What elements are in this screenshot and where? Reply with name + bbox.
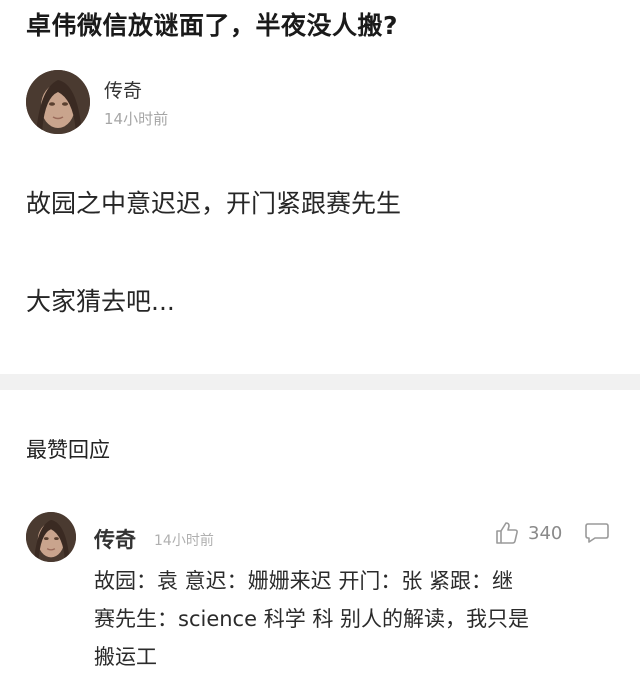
speech-bubble-icon[interactable] [584,521,610,545]
comment-text-line: 赛先生：science 科学 科 别人的解读，我只是 [94,607,530,631]
comment-text-line: 故园：袁 意迟：姗姗来迟 开门：张 紧跟：继 [94,569,514,593]
post-body: 故园之中意迟迟，开门紧跟赛先生 大家猜去吧... [26,180,616,326]
author-name[interactable]: 传奇 [104,76,142,103]
post-body-line: 故园之中意迟迟，开门紧跟赛先生 [26,189,402,218]
comment-text-line: 搬运工 [94,645,157,669]
comment-author-avatar[interactable] [26,512,76,562]
author-avatar[interactable] [26,70,90,134]
top-replies-heading: 最赞回应 [26,438,110,462]
like-button[interactable]: 340 [494,518,562,548]
post-timestamp: 14小时前 [104,110,169,128]
like-count: 340 [528,522,563,544]
comment-text: 故园：袁 意迟：姗姗来迟 开门：张 紧跟：继 赛先生：science 科学 科 … [94,562,616,676]
avatar-photo-icon [26,512,76,562]
avatar-photo-icon [26,70,90,134]
comment-timestamp: 14小时前 [154,533,214,549]
thumbs-up-icon [496,522,518,544]
comment-item: 传奇 14小时前 340 故园：袁 意迟：姗姗来迟 开门：张 紧跟：继 赛先生：… [26,512,616,677]
section-divider [0,374,640,390]
comment-author-name[interactable]: 传奇 [94,524,136,554]
post-title: 卓伟微信放谜面了，半夜没人搬? [26,11,399,40]
post-body-line: 大家猜去吧... [26,287,175,316]
